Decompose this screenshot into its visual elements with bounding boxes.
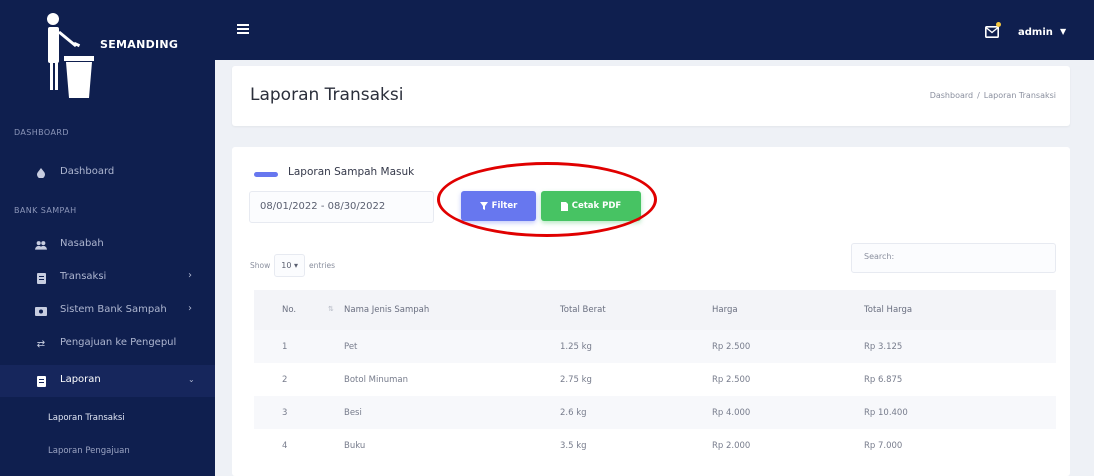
- cell-total-harga: Rp 3.125: [864, 341, 903, 352]
- fire-icon: [35, 167, 47, 179]
- chevron-right-icon: ›: [188, 303, 192, 314]
- cell-total-harga: Rp 7.000: [864, 440, 903, 451]
- sidebar-item-transaksi[interactable]: Transaksi ›: [0, 262, 215, 294]
- table-header: No. ⇅ Nama Jenis Sampah Total Berat Harga…: [254, 290, 1056, 330]
- column-header-total-harga[interactable]: Total Harga: [846, 305, 1056, 315]
- cell-harga: Rp 2.000: [712, 440, 751, 451]
- topbar: admin ▼: [215, 0, 1094, 60]
- cell-total-berat: 2.6 kg: [560, 407, 587, 418]
- sidebar-item-nasabah[interactable]: Nasabah: [0, 229, 215, 261]
- section-label-bank-sampah: BANK SAMPAH: [14, 206, 77, 215]
- hamburger-menu-icon[interactable]: [237, 24, 249, 34]
- cell-nama: Pet: [344, 341, 358, 352]
- column-header-total-berat[interactable]: Total Berat: [546, 305, 696, 315]
- user-menu[interactable]: admin: [1018, 27, 1053, 38]
- cell-no: 4: [282, 440, 288, 451]
- section-header: Laporan Transaksi Dashboard / Laporan Tran…: [232, 66, 1070, 126]
- trash-bin-logo-icon: [47, 13, 94, 98]
- caret-down-icon[interactable]: ▼: [1060, 27, 1066, 36]
- sidebar-item-label: Transaksi: [60, 271, 107, 282]
- sidebar-item-dashboard[interactable]: Dashboard: [0, 157, 215, 189]
- table-row: 3 Besi 2.6 kg Rp 4.000 Rp 10.400: [254, 396, 1056, 429]
- sidebar-item-label: Nasabah: [60, 238, 104, 249]
- chevron-down-icon: ⌄: [188, 375, 195, 384]
- brand-name: SEMANDING: [100, 38, 179, 51]
- card-title-accent: [254, 172, 278, 177]
- cell-total-harga: Rp 10.400: [864, 407, 908, 418]
- cell-harga: Rp 2.500: [712, 374, 751, 385]
- entries-value: 10: [281, 261, 292, 270]
- chevron-right-icon: ›: [188, 270, 192, 281]
- sidebar-subitem-laporan-pengajuan[interactable]: Laporan Pengajuan: [48, 446, 130, 456]
- cell-total-berat: 2.75 kg: [560, 374, 592, 385]
- entries-label: entries: [309, 261, 335, 270]
- notification-dot: [996, 22, 1001, 27]
- cell-total-berat: 1.25 kg: [560, 341, 592, 352]
- column-header-no[interactable]: No.: [254, 305, 314, 315]
- table-row: 4 Buku 3.5 kg Rp 2.000 Rp 7.000: [254, 429, 1056, 462]
- cell-no: 1: [282, 341, 288, 352]
- date-range-input[interactable]: 08/01/2022 - 08/30/2022: [249, 191, 434, 223]
- entries-select[interactable]: 10 ▾: [274, 254, 305, 277]
- sidebar: SEMANDING DASHBOARD Dashboard BANK SAMPA…: [0, 0, 215, 476]
- entries-control: Show 10 ▾ entries: [250, 254, 335, 277]
- column-header-nama[interactable]: ⇅ Nama Jenis Sampah: [314, 305, 546, 315]
- page-title: Laporan Transaksi: [250, 85, 404, 105]
- brand[interactable]: SEMANDING: [0, 0, 215, 112]
- report-icon: [35, 375, 47, 387]
- card-title: Laporan Sampah Masuk: [288, 166, 415, 178]
- cell-total-harga: Rp 6.875: [864, 374, 903, 385]
- column-header-label: Nama Jenis Sampah: [344, 305, 430, 315]
- breadcrumb-current: Laporan Transaksi: [983, 91, 1056, 100]
- sidebar-item-sistem-bank-sampah[interactable]: Sistem Bank Sampah ›: [0, 295, 215, 327]
- sidebar-item-label: Laporan: [60, 374, 101, 385]
- cell-total-berat: 3.5 kg: [560, 440, 587, 451]
- column-header-harga[interactable]: Harga: [696, 305, 846, 315]
- cell-harga: Rp 4.000: [712, 407, 751, 418]
- sidebar-item-label: Dashboard: [60, 166, 115, 177]
- breadcrumb: Dashboard / Laporan Transaksi: [929, 91, 1056, 100]
- money-icon: [35, 305, 47, 317]
- receipt-icon: [35, 272, 47, 284]
- cell-nama: Botol Minuman: [344, 374, 408, 385]
- mail-icon[interactable]: [985, 26, 999, 38]
- cell-no: 2: [282, 374, 288, 385]
- sort-icon: ⇅: [328, 305, 334, 313]
- show-label: Show: [250, 261, 271, 270]
- sidebar-item-label: Pengajuan ke Pengepul: [60, 337, 177, 348]
- section-label-dashboard: DASHBOARD: [14, 128, 69, 137]
- cell-nama: Besi: [344, 407, 362, 418]
- users-icon: [35, 239, 47, 251]
- sidebar-subitem-laporan-transaksi[interactable]: Laporan Transaksi: [48, 413, 125, 423]
- breadcrumb-dashboard[interactable]: Dashboard: [930, 91, 973, 100]
- cell-nama: Buku: [344, 440, 366, 451]
- sidebar-item-label: Sistem Bank Sampah: [60, 304, 167, 315]
- cell-no: 3: [282, 407, 288, 418]
- highlight-annotation: [437, 162, 657, 237]
- exchange-icon: ⇄: [36, 338, 46, 350]
- report-card: Laporan Sampah Masuk 08/01/2022 - 08/30/…: [232, 147, 1070, 476]
- cell-harga: Rp 2.500: [712, 341, 751, 352]
- search-input[interactable]: Search:: [851, 243, 1056, 273]
- report-table: No. ⇅ Nama Jenis Sampah Total Berat Harga…: [254, 290, 1056, 462]
- table-row: 2 Botol Minuman 2.75 kg Rp 2.500 Rp 6.87…: [254, 363, 1056, 396]
- table-row: 1 Pet 1.25 kg Rp 2.500 Rp 3.125: [254, 330, 1056, 363]
- sidebar-item-laporan[interactable]: Laporan ⌄: [0, 365, 215, 397]
- sidebar-item-pengajuan[interactable]: ⇄ Pengajuan ke Pengepul: [0, 328, 215, 360]
